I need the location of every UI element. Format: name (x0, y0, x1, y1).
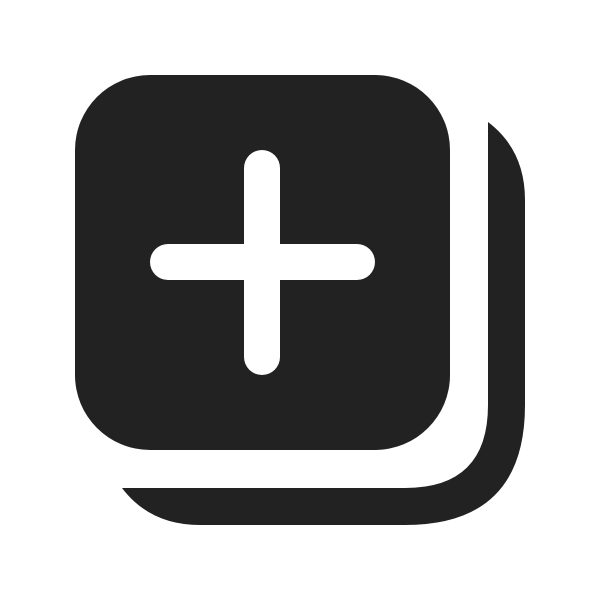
icon-canvas (0, 0, 600, 600)
add-square-multiple-icon (75, 75, 525, 525)
